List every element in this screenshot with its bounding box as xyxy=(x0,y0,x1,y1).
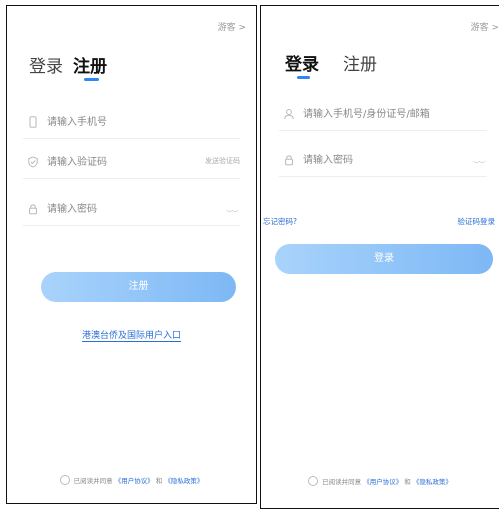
password-field: ‿‿ xyxy=(279,146,487,177)
shield-icon xyxy=(28,156,38,168)
code-login-link[interactable]: 验证码登录 xyxy=(458,216,496,227)
agreement-and: 和 xyxy=(404,478,411,486)
overseas-entry-text: 港澳台侨及国际用户入口 xyxy=(81,331,181,342)
user-agreement-link[interactable]: 《用户协议》 xyxy=(363,478,402,486)
privacy-policy-link[interactable]: 《隐私政策》 xyxy=(413,478,452,486)
tab-register[interactable]: 注册 xyxy=(73,52,107,77)
lock-icon xyxy=(29,204,37,215)
forgot-password-link[interactable]: 忘记密码? xyxy=(263,216,297,227)
account-input[interactable] xyxy=(303,104,483,124)
agreement-and: 和 xyxy=(155,477,163,485)
register-screen: 游客 > 登录 注册 发送验证码 ‿‿ 注册 港澳台侨及国际用户入口 已阅读并同… xyxy=(6,5,257,504)
agree-checkbox[interactable] xyxy=(59,475,70,485)
overseas-entry-link[interactable]: 港澳台侨及国际用户入口 xyxy=(7,328,256,342)
register-button[interactable]: 注册 xyxy=(41,272,236,302)
phone-field xyxy=(23,108,240,139)
lock-icon xyxy=(285,155,293,166)
agreement-prefix: 已阅读并同意 xyxy=(73,477,113,485)
agree-checkbox[interactable] xyxy=(308,476,319,486)
verification-code-field: 发送验证码 xyxy=(23,148,240,179)
eye-closed-icon[interactable]: ‿‿ xyxy=(227,204,238,212)
active-tab-indicator xyxy=(84,78,99,81)
active-tab-indicator xyxy=(297,76,310,79)
phone-icon xyxy=(29,116,37,128)
tab-login[interactable]: 登录 xyxy=(29,52,63,77)
login-button[interactable]: 登录 xyxy=(275,244,493,274)
account-field xyxy=(279,100,487,131)
eye-closed-icon[interactable]: ‿‿ xyxy=(474,155,485,163)
verification-code-input[interactable] xyxy=(47,152,197,172)
guest-link[interactable]: 游客 > xyxy=(471,20,499,33)
password-input[interactable] xyxy=(303,150,453,170)
send-code-button[interactable]: 发送验证码 xyxy=(205,156,240,166)
agreement-row: 已阅读并同意 《用户协议》 和 《隐私政策》 xyxy=(7,475,256,485)
agreement-row: 已阅读并同意 《用户协议》 和 《隐私政策》 xyxy=(261,476,499,486)
user-agreement-link[interactable]: 《用户协议》 xyxy=(115,477,154,485)
phone-input[interactable] xyxy=(47,112,197,132)
password-input[interactable] xyxy=(47,199,197,219)
guest-link[interactable]: 游客 > xyxy=(218,20,246,33)
password-field: ‿‿ xyxy=(23,195,240,226)
login-screen: 游客 > 登录 注册 ‿‿ 忘记密码? 验证码登录 登录 已阅读并同意 《用户协… xyxy=(260,5,499,509)
agreement-prefix: 已阅读并同意 xyxy=(322,478,362,486)
tab-register[interactable]: 注册 xyxy=(343,50,377,75)
tab-login[interactable]: 登录 xyxy=(285,50,319,75)
privacy-policy-link[interactable]: 《隐私政策》 xyxy=(164,477,203,485)
user-icon xyxy=(284,109,294,120)
